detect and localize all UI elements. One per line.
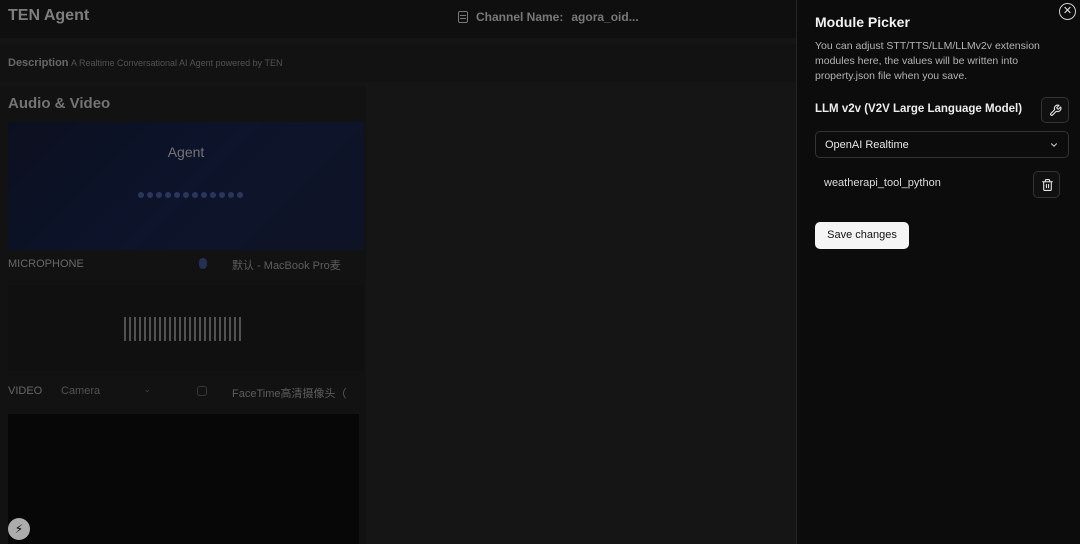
top-bar: TEN Agent Channel Name: agora_oid... xyxy=(0,0,796,38)
module-select[interactable]: OpenAI Realtime xyxy=(815,131,1069,158)
module-label: LLM v2v (V2V Large Language Model) xyxy=(815,103,1023,115)
app-title: TEN Agent xyxy=(8,7,90,24)
description-label: Description xyxy=(8,57,69,69)
delete-tool-button[interactable] xyxy=(1033,171,1060,198)
video-preview xyxy=(8,414,359,544)
close-icon[interactable]: ✕ xyxy=(1059,3,1076,20)
microphone-icon[interactable] xyxy=(199,258,207,269)
section-title: Audio & Video xyxy=(8,95,111,112)
module-picker-sheet: Module Picker ✕ You can adjust STT/TTS/L… xyxy=(796,0,1080,544)
microphone-device-select[interactable]: 默认 - MacBook Pro麦 xyxy=(232,257,341,273)
document-icon xyxy=(458,11,468,23)
trash-icon xyxy=(1042,179,1053,191)
chevron-down-icon: ⌄ xyxy=(143,384,151,394)
microphone-label: MICROPHONE xyxy=(8,258,84,270)
video-source-select[interactable]: Camera ⌄ xyxy=(55,379,159,403)
background-app: TEN Agent Channel Name: agora_oid... Des… xyxy=(0,0,796,544)
channel-value: agora_oid... xyxy=(571,10,639,24)
bolt-icon[interactable]: ⚡ xyxy=(8,518,30,540)
video-device-select[interactable]: FaceTime高清摄像头（ xyxy=(232,385,347,401)
channel-label: Channel Name: xyxy=(476,10,564,24)
module-select-value: OpenAI Realtime xyxy=(825,139,909,151)
video-label: VIDEO xyxy=(8,385,43,397)
channel-info: Channel Name: agora_oid... xyxy=(458,10,639,24)
sheet-description: You can adjust STT/TTS/LLM/LLMv2v extens… xyxy=(815,40,1040,82)
agent-audio-visualizer xyxy=(138,192,243,198)
tool-config-button[interactable] xyxy=(1041,97,1069,123)
sheet-title: Module Picker xyxy=(815,14,910,30)
camera-off-icon[interactable] xyxy=(197,386,207,396)
microphone-waveform xyxy=(124,317,241,341)
save-changes-button[interactable]: Save changes xyxy=(815,222,909,249)
agent-label: Agent xyxy=(167,144,205,160)
wrench-icon xyxy=(1050,104,1062,116)
description-bar: Description A Realtime Conversational AI… xyxy=(0,44,796,82)
tool-item-label: weatherapi_tool_python xyxy=(824,177,941,189)
chevron-down-icon xyxy=(1050,143,1058,147)
video-source-value: Camera xyxy=(61,385,101,397)
description-text: A Realtime Conversational AI Agent power… xyxy=(71,58,283,68)
agent-view: Agent xyxy=(8,122,364,250)
